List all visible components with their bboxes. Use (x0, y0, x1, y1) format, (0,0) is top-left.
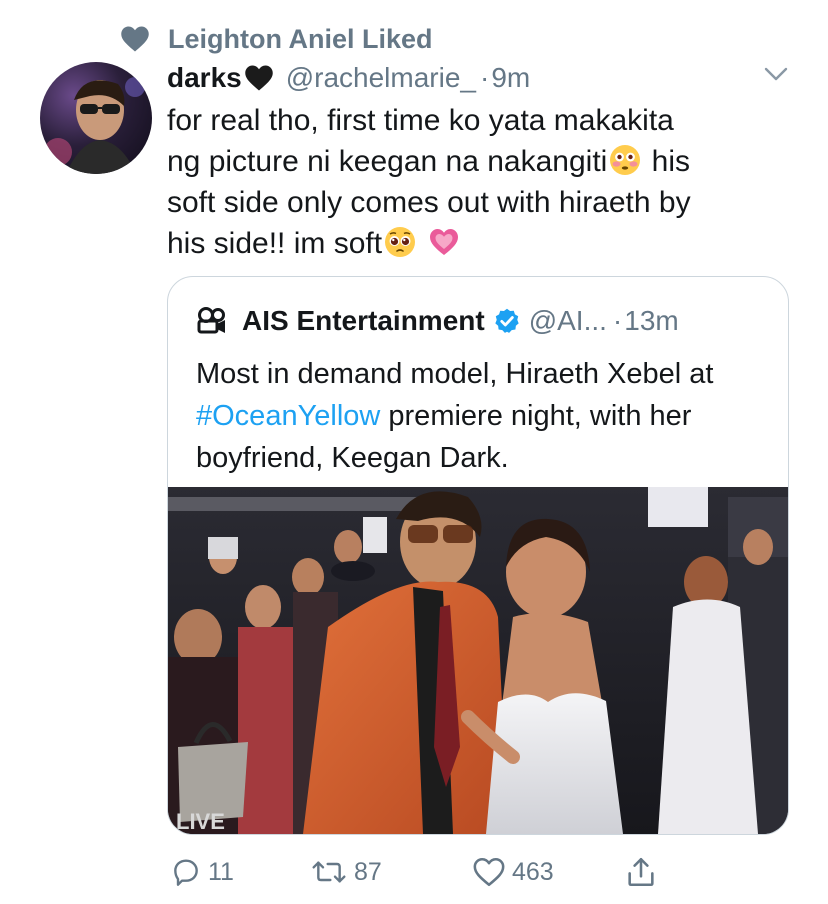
display-name[interactable]: darks (167, 62, 242, 94)
quoted-text-segment: Most in demand model, Hiraeth Xebel at (196, 358, 714, 390)
reply-icon (174, 859, 198, 886)
share-button[interactable] (624, 850, 664, 894)
tweet-header: darks @rachelmarie_ · 9m (167, 58, 797, 98)
timestamp[interactable]: 9m (491, 62, 530, 94)
avatar[interactable] (40, 62, 152, 174)
quoted-timestamp[interactable]: 13m (624, 305, 678, 337)
tweet-text-line: for real tho, first time ko yata makakit… (167, 104, 674, 137)
tweet-text-segment: his (643, 145, 691, 178)
retweet-button[interactable]: 87 (310, 850, 382, 894)
retweet-count: 87 (354, 857, 382, 886)
pink-heart-icon (430, 229, 459, 255)
tweet-actions: 11 87 463 (170, 850, 790, 894)
verified-badge-icon (495, 308, 519, 333)
hashtag-link[interactable]: #OceanYellow (196, 400, 380, 432)
black-heart-icon (244, 65, 273, 91)
tweet-body[interactable]: darks @rachelmarie_ · 9m for real tho, f… (167, 58, 797, 264)
tweet-text-line: ng picture ni keegan na nakangiti his (167, 141, 807, 182)
liked-by-text: Leighton Aniel Liked (168, 23, 433, 54)
quoted-tweet[interactable]: AIS Entertainment @AI... · 13m Most in d… (167, 276, 789, 835)
like-icon (473, 857, 505, 887)
quoted-photo[interactable]: LIVE (168, 487, 788, 834)
tweet-text-segment: ng picture ni keegan na nakangiti (167, 145, 608, 178)
tweet-text: for real tho, first time ko yata makakit… (167, 100, 807, 264)
avatar-image (44, 77, 145, 174)
heart-icon (121, 26, 149, 52)
like-button[interactable]: 463 (472, 850, 554, 894)
tweet-text-segment: his side!! im soft (167, 227, 383, 260)
photo-sign-text: LIVE (176, 809, 225, 834)
quoted-tweet-header: AIS Entertainment @AI... · 13m (196, 301, 679, 341)
separator-dot: · (480, 62, 490, 93)
pleading-face-icon (385, 227, 416, 257)
handle[interactable]: @rachelmarie_ (286, 62, 476, 94)
reply-button[interactable]: 11 (170, 850, 234, 894)
quoted-handle[interactable]: @AI... (529, 305, 607, 337)
liked-by-row[interactable]: Leighton Aniel Liked (120, 22, 433, 56)
quoted-tweet-text: Most in demand model, Hiraeth Xebel at #… (196, 353, 771, 479)
reply-count: 11 (208, 857, 234, 886)
separator-dot: · (612, 305, 623, 336)
ais-logo-icon (197, 307, 225, 334)
tweet-text-line: soft side only comes out with hiraeth by (167, 186, 691, 219)
tweet-text-line: his side!! im soft (167, 223, 807, 264)
like-count: 463 (512, 857, 554, 886)
quoted-display-name[interactable]: AIS Entertainment (242, 305, 485, 337)
retweet-icon (312, 861, 346, 883)
share-icon (628, 857, 654, 887)
flushed-face-icon (610, 145, 641, 175)
